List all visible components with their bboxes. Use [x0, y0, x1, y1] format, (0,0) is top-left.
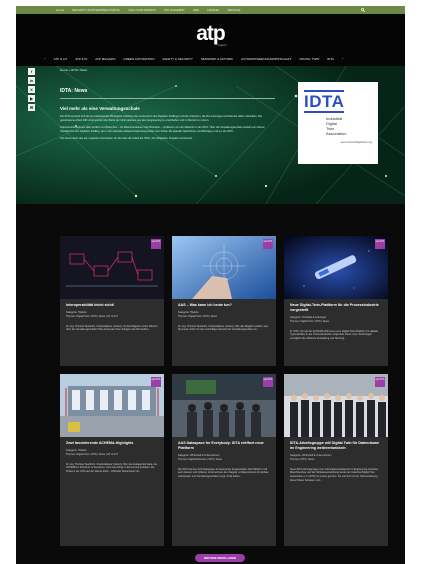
news-card[interactable]: atp IDTA Neue Digital-Twin-Plattform für…: [284, 236, 388, 366]
hero-paragraph-3: Auf dieser Seite des atp magazins inform…: [60, 136, 193, 140]
topbar-item-home[interactable]: Home: [56, 8, 64, 12]
nav-item-ki[interactable]: ATP & KI: [75, 57, 87, 61]
youtube-icon[interactable]: ▶: [28, 95, 35, 102]
card-excerpt: Neue IDTA-Arbeitsgruppe zum Informations…: [290, 467, 379, 482]
card-excerpt: Dr.-Ing. Thomas Tauchnitz, Chefredakteur…: [178, 324, 268, 332]
idta-logo: IDTA Industrial Digital Twin Association…: [298, 82, 378, 164]
card-thumbnail[interactable]: atp IDTA: [284, 374, 388, 437]
idta-line: Association: [326, 131, 347, 136]
card-thumbnail[interactable]: atp IDTA: [284, 236, 388, 299]
card-badge: atp IDTA: [375, 377, 385, 387]
news-card[interactable]: atp IDTA AAS – Was kann ich heute tun? K…: [172, 236, 276, 366]
card-title[interactable]: Interoperabilität leicht sicht!: [60, 299, 164, 311]
main-nav: ‹ ATP & IoT ATP & KI ATP MAGAZIN GREEN A…: [16, 52, 405, 66]
breadcrumb[interactable]: Home » IDTA: News: [60, 68, 87, 72]
card-title[interactable]: AAS – Was kann ich heute tun?: [172, 299, 276, 311]
card-thumbnail[interactable]: atp IDTA: [172, 236, 276, 299]
card-thumbnail[interactable]: atp IDTA: [172, 374, 276, 437]
card-badge: atp IDTA: [263, 377, 273, 387]
logo-header: atp magazin: [16, 14, 405, 52]
social-share-bar: f in X ▶ ✉: [28, 68, 35, 111]
nav-arrow-left-icon[interactable]: ‹: [44, 56, 46, 62]
nav-item-iot[interactable]: ATP & IoT: [54, 57, 68, 61]
hero-banner: Home » IDTA: News IDTA: News Viel mehr a…: [16, 66, 405, 204]
booth-people-thumbnail-graphic: [172, 374, 276, 437]
nav-item-digital-twin[interactable]: DIGITAL TWIN: [300, 57, 320, 61]
hero-title: Viel mehr als eine Verwaltungsschale: [60, 105, 140, 111]
x-icon[interactable]: X: [28, 86, 35, 93]
card-badge: atp IDTA: [263, 239, 273, 249]
news-card[interactable]: atp IDTA Interoperabilität leicht sicht!…: [60, 236, 164, 366]
card-badge: atp IDTA: [375, 239, 385, 249]
logo-subtitle: magazin: [217, 44, 227, 47]
topbar-item-security[interactable]: SECURITY-WHITEPAPER-PORTAL: [72, 8, 120, 12]
device-thumbnail-graphic: [284, 236, 388, 299]
load-more-button[interactable]: WEITERE NEWS LADEN: [195, 554, 245, 562]
topbar-item-call[interactable]: CALL FOR PAPERS: [128, 8, 155, 12]
card-excerpt: Dr.-Ing. Thomas Tauchnitz, Chefredakteur…: [66, 324, 158, 332]
nav-item-safety[interactable]: SAFETY & SECURITY: [162, 57, 192, 61]
hero-divider: [60, 98, 275, 99]
nav-item-idta[interactable]: IDTA: [327, 57, 334, 61]
idta-url: www.industrialdigitaltwin.org: [340, 141, 372, 144]
nav-arrow-right-icon[interactable]: ›: [342, 56, 344, 62]
search-icon[interactable]: [361, 7, 366, 13]
hero-kicker: IDTA: News: [60, 88, 88, 94]
card-title[interactable]: Zwei faszinierende ACHEMA-Highlights: [60, 437, 164, 449]
nav-item-green[interactable]: GREEN AUTOMATION: [123, 57, 154, 61]
tech-hand-thumbnail-graphic: [172, 236, 276, 299]
nav-item-magazin[interactable]: ATP MAGAZIN: [95, 57, 115, 61]
news-grid-row-1: atp IDTA Interoperabilität leicht sicht!…: [60, 236, 390, 366]
fair-entrance-thumbnail-graphic: [60, 374, 164, 437]
topbar-item-abo[interactable]: ABO: [193, 8, 199, 12]
card-badge: atp IDTA: [151, 239, 161, 249]
news-card[interactable]: atp IDTA Zwei faszinierende ACHEMA-Highl…: [60, 374, 164, 546]
topbar-item-service[interactable]: SERVICE: [227, 8, 240, 12]
diagram-thumbnail-graphic: [60, 236, 164, 299]
news-card[interactable]: atp IDTA AAS Dataspace for Everybody: ID…: [172, 374, 276, 546]
card-excerpt: B. IDTA: Vor auf der ACHEMA 2024 eine ne…: [290, 329, 378, 341]
page: Home SECURITY-WHITEPAPER-PORTAL CALL FOR…: [16, 6, 405, 564]
nav-item-wirtschaft[interactable]: AUTOMATISIERUNGSWIRTSCHAFT: [241, 57, 292, 61]
idta-logo-word: IDTA: [304, 90, 345, 113]
hero-paragraph-1: Die IDTA versteht sich als ein bedeutend…: [60, 114, 262, 122]
card-thumbnail[interactable]: atp IDTA: [60, 374, 164, 437]
group-photo-thumbnail-graphic: [284, 374, 388, 437]
news-card[interactable]: atp IDTA IDTA-Arbeitsgruppe will Digital…: [284, 374, 388, 546]
nav-item-sensorik[interactable]: SENSORIK & AKTORIK: [201, 57, 233, 61]
card-title[interactable]: Neue Digital-Twin-Plattform für die Proz…: [284, 299, 388, 316]
mail-icon[interactable]: ✉: [28, 104, 35, 111]
hero-paragraph-2: Industrieunternehmen aller Größen und Br…: [60, 125, 265, 133]
card-thumbnail[interactable]: atp IDTA: [60, 236, 164, 299]
logo-text: atp: [196, 21, 225, 45]
top-utility-bar: Home SECURITY-WHITEPAPER-PORTAL CALL FOR…: [16, 6, 405, 14]
card-excerpt: Die IDTA hat den AAS Dataspace for Every…: [178, 467, 269, 479]
card-title[interactable]: AAS Dataspace for Everybody: IDTA eröffn…: [172, 437, 276, 454]
hero-text-block: IDTA: News Viel mehr als eine Verwaltung…: [60, 88, 275, 144]
news-grid-row-2: atp IDTA Zwei faszinierende ACHEMA-Highl…: [60, 374, 390, 546]
topbar-item-handel[interactable]: HANDEL: [207, 8, 219, 12]
linkedin-icon[interactable]: in: [28, 77, 35, 84]
card-badge: atp IDTA: [151, 377, 161, 387]
idta-logo-lines: Industrial Digital Twin Association: [326, 116, 372, 136]
facebook-icon[interactable]: f: [28, 68, 35, 75]
card-excerpt: Dr.-Ing. Thomas Tauchnitz, Chefredakteur…: [66, 462, 158, 474]
card-title[interactable]: IDTA-Arbeitsgruppe will Digital Twin für…: [284, 437, 388, 454]
site-logo[interactable]: atp magazin: [196, 21, 227, 47]
topbar-item-angebot[interactable]: ATP-ANGEBOT: [164, 8, 185, 12]
